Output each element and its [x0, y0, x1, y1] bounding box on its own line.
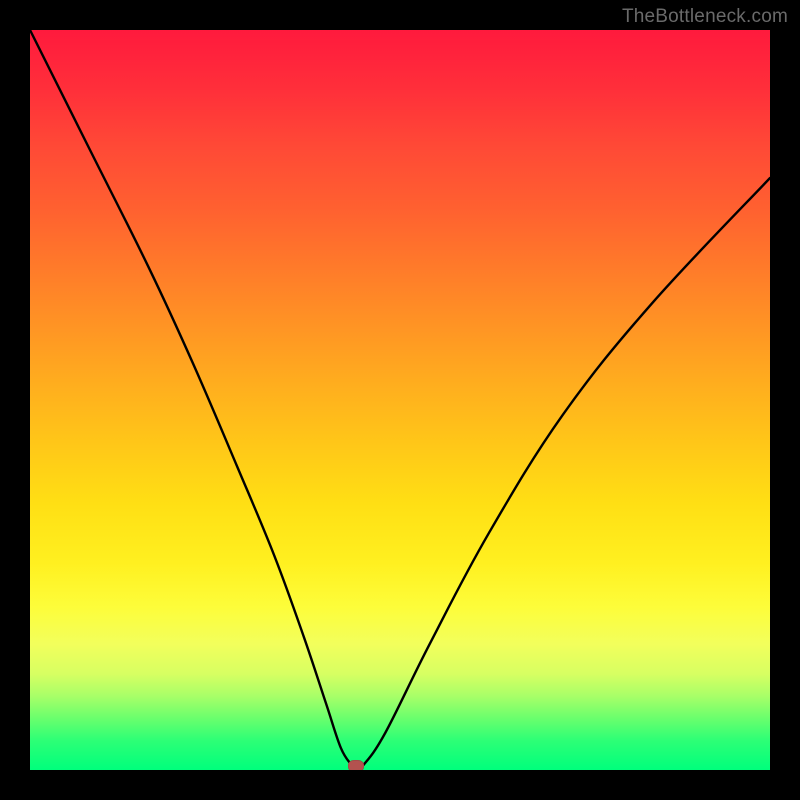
chart-stage: TheBottleneck.com [0, 0, 800, 800]
optimal-point-marker [348, 760, 364, 770]
bottleneck-curve [30, 30, 770, 770]
plot-area [30, 30, 770, 770]
curve-svg [30, 30, 770, 770]
watermark-text: TheBottleneck.com [622, 6, 788, 28]
